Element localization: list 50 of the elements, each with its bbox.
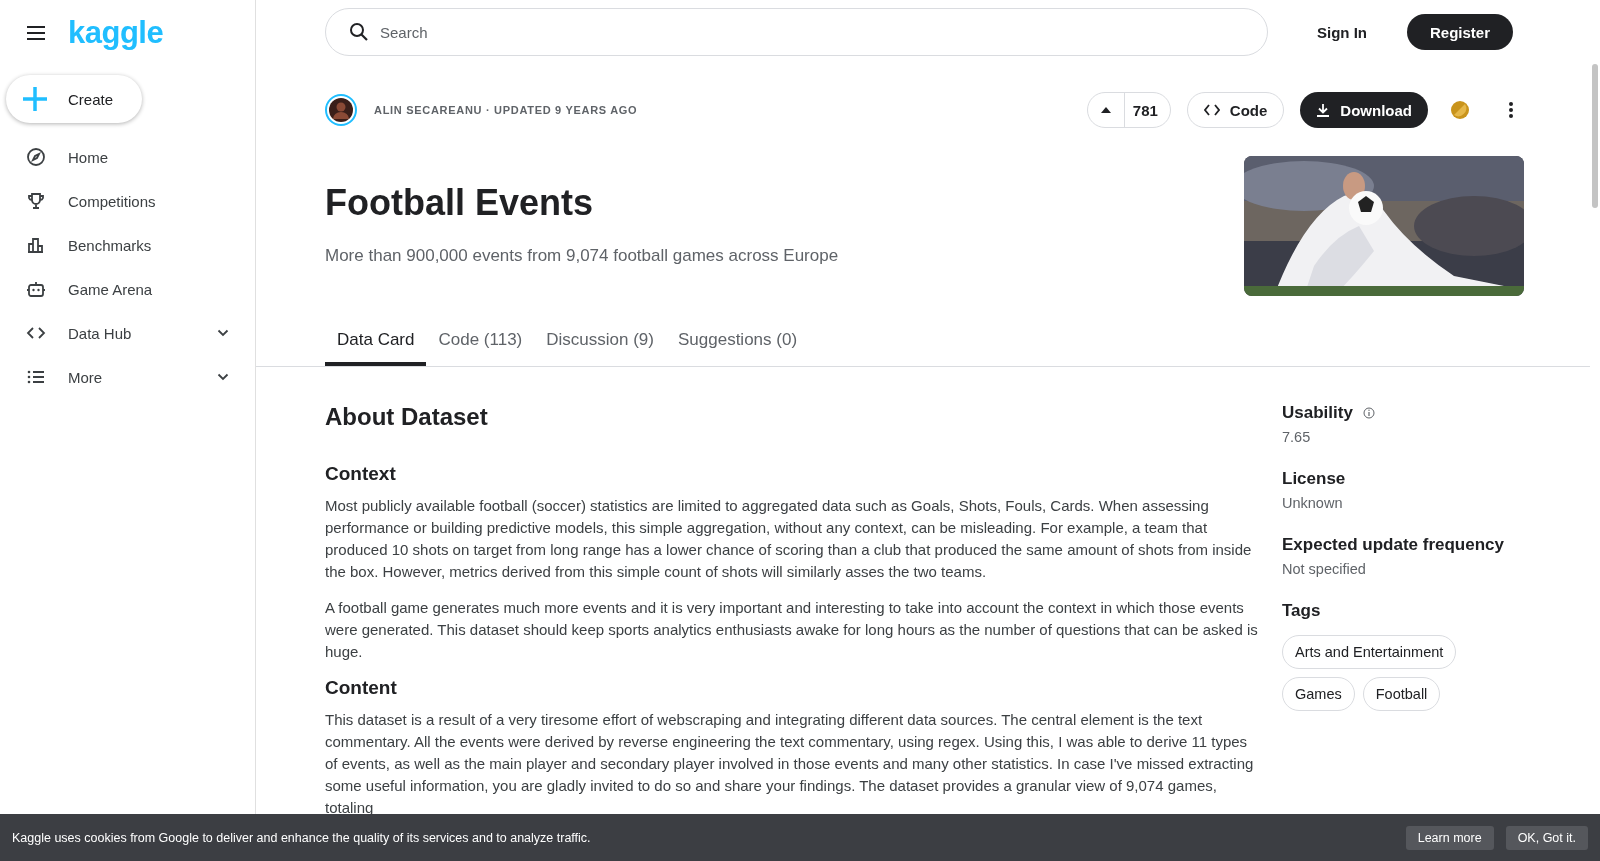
paragraph: A football game generates much more events and it is very important and interesting to take into account the context in which those events were generated. This dataset should keep sports analytics enthusiasts awake for long hours as the number of questions that can be asked is huge. [325,598,1259,662]
accept-button[interactable]: OK, Got it. [1505,825,1588,850]
tab[interactable]: Suggestions (0) [666,320,810,366]
metadata-label: License [1282,469,1346,489]
create-button[interactable]: Create [6,75,142,123]
trophy-icon [26,191,46,211]
download-icon [1316,103,1331,117]
sidebar-item[interactable]: Home [6,135,249,179]
metadata-value: Not specified [1282,561,1367,577]
register-button[interactable]: Register [1407,14,1514,50]
tab[interactable]: Data Card [325,320,427,366]
compass-icon [26,147,46,167]
plus-icon [22,86,48,112]
code-button[interactable]: Code [1186,92,1285,128]
sign-in-link[interactable]: Sign In [1317,23,1367,41]
paragraph: Most publicly available football (soccer) statistics are limited to aggregated data such as Goals, Shots, Fouls, Cards. When assessing performance or building predictive models, this simple aggregation, without any context, can be misleading. For example, a team that produced 10 shots on target from long range has a lower chance of scoring than a club that produced the same amount of shots from inside the box. However, metrics derived from this simple count of shots will similarly asses the two teams. [325,496,1253,582]
learn-more-button[interactable]: Learn more [1405,825,1494,850]
tab[interactable]: Discussion (9) [534,320,666,366]
download-button[interactable]: Download [1300,92,1428,128]
tab[interactable]: Code (113) [426,320,535,366]
search-field[interactable]: Search [325,8,1268,56]
sidebar-item[interactable]: Data Hub [6,311,249,355]
scrollbar[interactable] [1592,64,1598,208]
sidebar-item[interactable]: Benchmarks [6,223,249,267]
avatar [325,94,357,126]
cookie-notice: Kaggle uses cookies from Google to deliver and enhance the quality of its services and to analyze traffic. [12,830,591,845]
metadata-value: 7.65 [1282,429,1312,445]
sidebar-item[interactable]: Competitions [6,179,249,223]
subsection-heading: Context [325,463,397,485]
robot-icon [26,279,46,299]
sidebar-item[interactable]: Game Arena [6,267,249,311]
triangle-up-icon [1100,107,1111,113]
metadata-label: Usability [1282,403,1353,423]
medal-icon [1450,100,1470,120]
code-icon [1203,104,1220,116]
more-options-icon[interactable] [1508,101,1514,119]
sidebar-item[interactable]: More [6,355,249,399]
menu-icon[interactable] [26,25,46,41]
metadata-label: Expected update frequency [1282,535,1504,555]
tags-heading: Tags [1282,601,1321,621]
byline: ALIN SECAREANU · UPDATED 9 YEARS AGO [374,104,638,116]
info-icon[interactable] [1362,407,1375,419]
search-icon [349,22,369,42]
dataset-title: Football Events [325,182,595,224]
vote-count: 781 [1131,101,1159,119]
metadata-value: Unknown [1282,495,1344,511]
dataset-subtitle: More than 900,000 events from 9,074 football games across Europe [325,246,839,266]
subsection-heading: Content [325,677,398,699]
section-heading: About Dataset [325,403,489,431]
bar-chart-icon [26,235,46,255]
